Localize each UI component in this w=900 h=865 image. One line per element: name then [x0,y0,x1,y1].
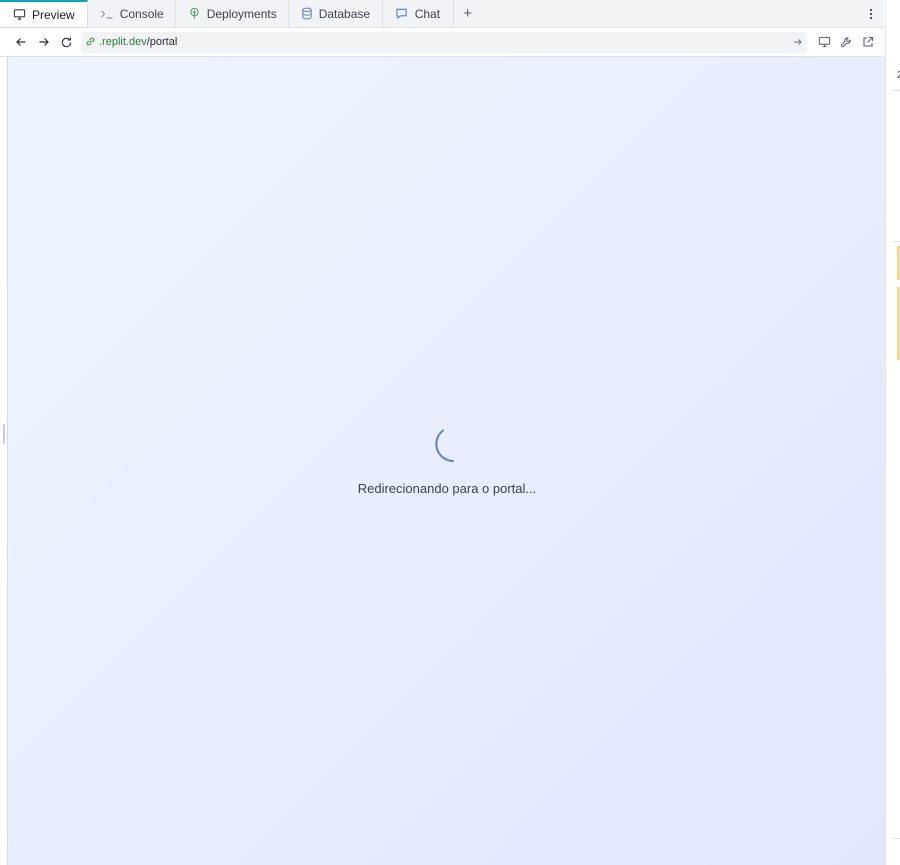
resize-handle[interactable] [3,424,5,444]
tab-bar: Preview Console Deployments Database Cha… [0,0,884,28]
monitor-icon [12,8,26,22]
tab-deployments[interactable]: Deployments [176,0,289,27]
loading-spinner-icon [435,429,454,462]
link-icon [85,36,97,48]
url-bar: .replit.dev /portal [0,28,884,57]
go-arrow-icon[interactable] [793,37,803,47]
terminal-icon [100,7,114,21]
more-options-icon[interactable] [858,0,884,27]
add-tab-button[interactable]: + [454,0,482,27]
url-input[interactable]: .replit.dev /portal [81,31,807,53]
tab-chat[interactable]: Chat [383,0,454,27]
tab-label: Chat [414,6,441,21]
device-preview-icon[interactable] [813,31,835,53]
tab-console[interactable]: Console [88,0,176,27]
tab-database[interactable]: Database [289,0,383,27]
reload-icon[interactable] [55,31,78,54]
back-arrow-icon[interactable] [9,31,32,54]
devtools-wrench-icon[interactable] [835,31,857,53]
preview-viewport: Redirecionando para o portal... [7,57,885,865]
tab-preview[interactable]: Preview [0,0,88,27]
tab-label: Console [119,6,164,21]
url-path: /portal [146,36,178,48]
chat-icon [395,7,409,21]
tab-label: Preview [32,7,75,22]
url-domain: .replit.dev [99,36,147,48]
forward-arrow-icon[interactable] [32,31,55,54]
adjacent-panel-edge: 2 [885,0,900,865]
open-new-tab-icon[interactable] [857,31,879,53]
database-icon [301,7,313,21]
tab-label: Deployments [206,6,277,21]
tab-label: Database [318,6,371,21]
preview-pane: Preview Console Deployments Database Cha… [0,0,900,865]
deployments-icon [188,7,201,21]
loading-message: Redirecionando para o portal... [357,481,537,496]
